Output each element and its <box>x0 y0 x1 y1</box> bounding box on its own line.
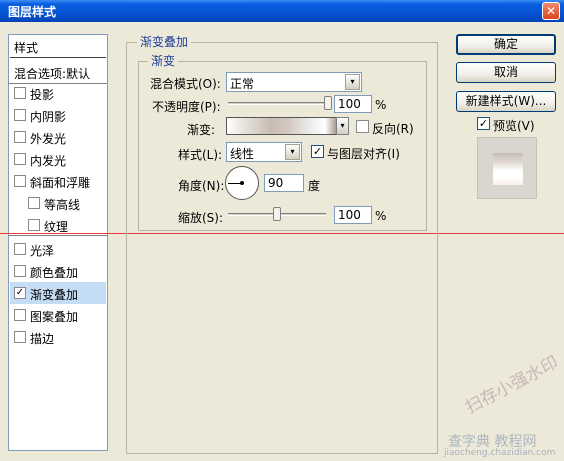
style-item-label: 内阴影 <box>30 110 67 124</box>
blend-mode-value: 正常 <box>230 77 255 91</box>
reverse-label: 反向(R) <box>372 122 414 136</box>
style-value: 线性 <box>230 147 255 161</box>
checkmark-icon: ✓ <box>478 117 489 130</box>
style-item-label: 渐变叠加 <box>30 288 79 302</box>
style-item-checkbox[interactable] <box>28 219 40 231</box>
style-item-label: 内发光 <box>30 154 67 168</box>
group-title: 渐变 <box>148 52 179 69</box>
angle-input[interactable]: 90 <box>264 174 304 192</box>
style-item-checkbox[interactable] <box>14 265 26 277</box>
align-with-layer-checkbox[interactable]: ✓ <box>311 145 324 158</box>
style-item-satin[interactable]: 光泽 <box>10 238 106 260</box>
style-item-checkbox[interactable] <box>14 243 26 255</box>
style-item-label: 投影 <box>30 88 55 102</box>
style-item-label: 图案叠加 <box>30 310 79 324</box>
gradient-label: 渐变: <box>187 123 216 137</box>
watermark-stamp: 扫存小强水印 <box>462 352 562 419</box>
opacity-label: 不透明度(P): <box>152 100 221 114</box>
style-item-inner-shadow[interactable]: 内阴影 <box>10 104 106 126</box>
close-button[interactable]: ✕ <box>542 2 560 20</box>
style-preview <box>477 137 537 199</box>
style-item-checkbox[interactable] <box>14 331 26 343</box>
list-divider <box>9 235 107 236</box>
opacity-unit: % <box>375 98 387 112</box>
style-item-stroke[interactable]: 描边 <box>10 326 106 348</box>
style-item-checkbox[interactable] <box>14 109 26 121</box>
style-item-label: 斜面和浮雕 <box>30 176 91 190</box>
blend-mode-select[interactable]: 正常 ▾ <box>226 72 362 92</box>
chevron-down-icon: ▾ <box>285 144 300 160</box>
window-title: 图层样式 <box>8 5 57 19</box>
preview-label: 预览(V) <box>493 119 535 133</box>
reverse-checkbox[interactable] <box>356 120 369 133</box>
cancel-button[interactable]: 取消 <box>456 62 556 83</box>
angle-unit: 度 <box>308 179 321 193</box>
style-item-contour[interactable]: 等高线 <box>10 192 106 214</box>
angle-label: 角度(N): <box>178 179 225 193</box>
style-item-checkbox[interactable] <box>14 87 26 99</box>
scale-value: 100 <box>338 208 361 222</box>
angle-dial-center <box>240 181 244 185</box>
style-item-label: 光泽 <box>30 244 55 258</box>
preview-checkbox[interactable]: ✓ <box>477 117 490 130</box>
preview-swatch <box>493 153 523 185</box>
section-title: 渐变叠加 <box>137 33 192 50</box>
chevron-down-icon: ▾ <box>340 121 345 130</box>
style-item-label: 颜色叠加 <box>30 266 79 280</box>
blend-options-item[interactable]: 混合选项:默认 <box>10 61 106 83</box>
angle-value: 90 <box>268 176 284 190</box>
style-item-checkbox[interactable]: ✓ <box>14 287 26 299</box>
style-item-checkbox[interactable] <box>14 309 26 321</box>
styles-list: 样式 混合选项:默认 投影 内阴影 外发光 内发光 斜面和浮雕 等高线 纹理 光泽 颜色叠加 ✓ 渐… <box>8 34 108 451</box>
close-icon: ✕ <box>545 4 557 18</box>
opacity-value: 100 <box>338 97 361 111</box>
opacity-input[interactable]: 100 <box>334 95 372 113</box>
blend-mode-label: 混合模式(O): <box>150 77 221 91</box>
style-item-label: 外发光 <box>30 132 67 146</box>
style-label: 样式(L): <box>178 148 223 162</box>
chevron-down-icon: ▾ <box>345 74 360 90</box>
scale-label: 缩放(S): <box>178 211 224 225</box>
scale-input[interactable]: 100 <box>334 206 372 224</box>
style-item-gradient-overlay[interactable]: ✓ 渐变叠加 <box>10 282 106 304</box>
watermark-url: jiaocheng.chazidian.com <box>444 448 556 458</box>
style-item-checkbox[interactable] <box>28 197 40 209</box>
checkmark-icon: ✓ <box>312 145 323 158</box>
styles-header[interactable]: 样式 <box>10 36 106 58</box>
window-titlebar: 图层样式 ✕ <box>0 0 564 22</box>
style-item-checkbox[interactable] <box>14 175 26 187</box>
style-select[interactable]: 线性 ▾ <box>226 142 302 162</box>
new-style-button[interactable]: 新建样式(W)... <box>456 91 556 112</box>
align-with-layer-label: 与图层对齐(I) <box>327 147 400 161</box>
style-item-color-overlay[interactable]: 颜色叠加 <box>10 260 106 282</box>
style-item-checkbox[interactable] <box>14 131 26 143</box>
scale-slider-thumb[interactable] <box>273 207 281 221</box>
style-item-outer-glow[interactable]: 外发光 <box>10 126 106 148</box>
style-item-bevel-emboss[interactable]: 斜面和浮雕 <box>10 170 106 192</box>
style-item-checkbox[interactable] <box>14 153 26 165</box>
style-item-drop-shadow[interactable]: 投影 <box>10 82 106 104</box>
ok-button[interactable]: 确定 <box>456 34 556 55</box>
gradient-swatch[interactable] <box>226 117 337 135</box>
style-item-label: 等高线 <box>44 198 81 212</box>
angle-dial[interactable] <box>225 166 259 200</box>
style-item-pattern-overlay[interactable]: 图案叠加 <box>10 304 106 326</box>
gradient-dropdown-button[interactable]: ▾ <box>336 117 349 135</box>
opacity-slider-thumb[interactable] <box>324 96 332 110</box>
opacity-slider-track[interactable] <box>228 102 328 105</box>
style-item-label: 描边 <box>30 332 55 346</box>
scale-unit: % <box>375 209 387 223</box>
style-item-inner-glow[interactable]: 内发光 <box>10 148 106 170</box>
